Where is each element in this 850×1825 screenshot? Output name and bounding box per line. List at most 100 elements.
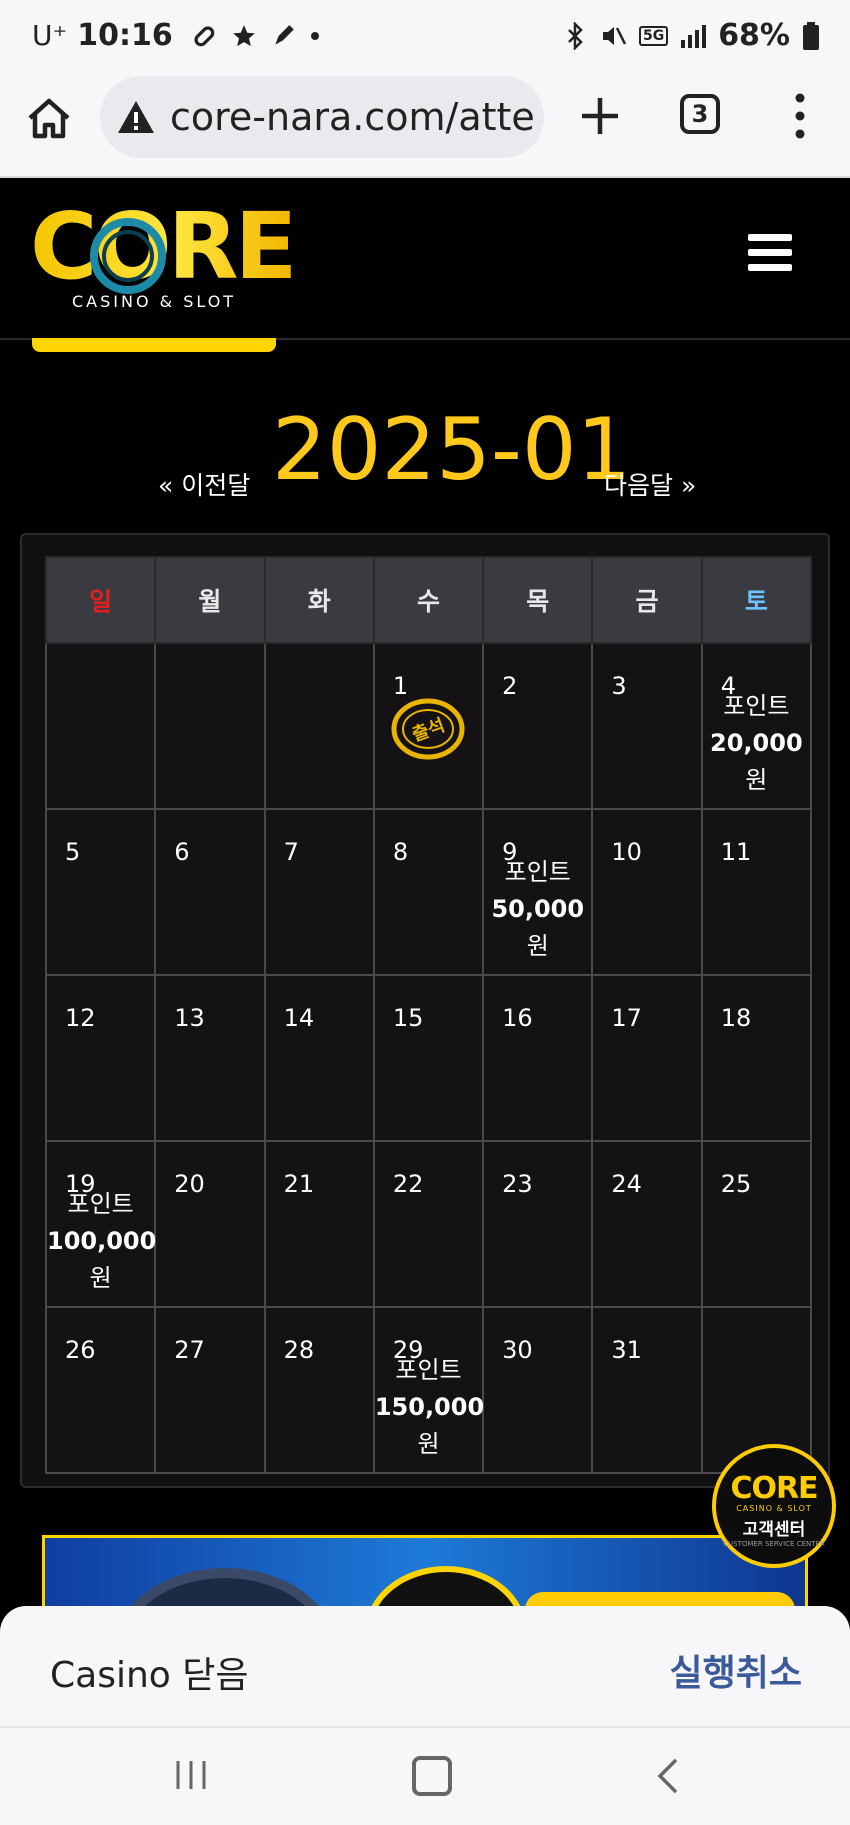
calendar-day[interactable]: 9 포인트 50,000 원 — [482, 808, 594, 976]
calendar-day[interactable]: 1 출석 — [372, 642, 485, 810]
calendar-day[interactable]: 18 — [700, 974, 813, 1142]
day-number: 28 — [283, 1336, 315, 1364]
calendar-day[interactable]: 5 — [44, 808, 157, 976]
active-tab-indicator — [32, 338, 276, 352]
calendar-day[interactable]: 19 포인트 100,000 원 — [44, 1140, 157, 1308]
next-month-link[interactable]: 다음달 » — [604, 466, 696, 502]
calendar-day[interactable]: 17 — [591, 974, 703, 1142]
prev-month-link[interactable]: « 이전달 — [158, 466, 250, 502]
day-number: 8 — [392, 838, 409, 866]
back-icon[interactable] — [654, 1756, 684, 1796]
reward-info: 포인트 150,000 원 — [375, 1352, 484, 1463]
undo-button[interactable]: 실행취소 — [670, 1644, 802, 1696]
calendar-day[interactable]: 25 — [700, 1140, 813, 1308]
day-number: 18 — [720, 1004, 752, 1032]
calendar-day[interactable]: 12 — [44, 974, 157, 1142]
hamburger-menu-icon[interactable] — [748, 234, 792, 274]
support-label: 고객센터 — [742, 1520, 806, 1540]
promo-banner[interactable] — [42, 1535, 808, 1615]
calendar-day[interactable]: 26 — [44, 1306, 157, 1474]
calendar-day[interactable]: 6 — [154, 808, 266, 976]
nav-home-icon[interactable] — [412, 1756, 452, 1796]
attendance-calendar: 일 월 화 수 목 금 토 1 출석 2 3 4 포인트 20,000 원 5 … — [20, 533, 830, 1488]
reward-info: 포인트 50,000 원 — [484, 854, 591, 965]
reward-info: 포인트 100,000 원 — [47, 1186, 157, 1297]
calendar-day[interactable]: 14 — [263, 974, 375, 1142]
core-logo[interactable]: CORE CASINO & SLOT — [30, 201, 297, 312]
calendar-empty-cell — [44, 642, 157, 810]
battery-level: 68% — [718, 18, 790, 53]
day-number: 3 — [611, 672, 627, 700]
calendar-day[interactable]: 13 — [154, 974, 266, 1142]
calendar-day[interactable]: 30 — [482, 1306, 594, 1474]
weekday-fri: 금 — [591, 556, 703, 644]
weekday-wed: 수 — [372, 556, 485, 644]
status-bar: U⁺ 10:16 5G 68% — [0, 0, 850, 76]
link-icon — [194, 25, 215, 46]
calendar-day[interactable]: 15 — [372, 974, 485, 1142]
day-number: 14 — [283, 1004, 315, 1032]
calendar-day[interactable]: 31 — [591, 1306, 703, 1474]
day-number: 11 — [720, 838, 752, 866]
tab-switcher-button[interactable]: 3 — [680, 94, 720, 134]
day-number: 2 — [502, 672, 518, 700]
customer-support-button[interactable]: CORE CASINO & SLOT 고객센터 CUSTOMER SERVICE… — [712, 1444, 836, 1568]
calendar-day[interactable]: 29 포인트 150,000 원 — [372, 1306, 484, 1474]
day-number: 10 — [611, 838, 642, 866]
url-text[interactable]: core-nara.com/atte — [170, 95, 535, 139]
calendar-day[interactable]: 10 — [591, 808, 703, 976]
calendar-empty-cell — [263, 642, 375, 810]
reward-amount: 100,000 — [47, 1227, 157, 1255]
pen-icon — [275, 24, 294, 45]
day-number: 20 — [174, 1170, 205, 1198]
reward-unit: 원 — [745, 766, 768, 794]
more-menu-icon[interactable] — [788, 90, 812, 142]
url-bar[interactable]: core-nara.com/atte — [100, 76, 544, 158]
reward-unit: 원 — [526, 932, 549, 960]
day-number: 16 — [502, 1004, 533, 1032]
warning-icon[interactable] — [116, 97, 156, 137]
calendar-day[interactable]: 22 — [372, 1140, 485, 1308]
home-icon[interactable] — [24, 94, 74, 144]
signal-icon — [681, 24, 707, 48]
reward-unit: 원 — [89, 1264, 112, 1292]
calendar-day[interactable]: 27 — [154, 1306, 266, 1474]
reward-info: 포인트 20,000 원 — [703, 688, 810, 799]
calendar-day[interactable]: 11 — [700, 808, 813, 976]
calendar-week: 12 13 14 15 16 17 18 — [44, 974, 813, 1142]
day-number: 17 — [611, 1004, 642, 1032]
day-number: 13 — [174, 1004, 205, 1032]
weekday-sun: 일 — [44, 556, 157, 644]
attendance-stamp-icon: 출석 — [391, 698, 465, 760]
notification-dot — [310, 31, 319, 40]
clock: 10:16 — [77, 18, 173, 53]
weekday-sat: 토 — [700, 556, 813, 644]
calendar-day[interactable]: 2 — [482, 642, 594, 810]
day-number: 22 — [392, 1170, 424, 1198]
weekday-thu: 목 — [482, 556, 594, 644]
day-number: 15 — [392, 1004, 424, 1032]
recents-icon[interactable] — [174, 1758, 208, 1792]
day-number: 21 — [283, 1170, 315, 1198]
calendar-day[interactable]: 20 — [154, 1140, 266, 1308]
reward-label: 포인트 — [67, 1190, 134, 1218]
new-tab-icon[interactable] — [574, 90, 626, 142]
calendar-day[interactable]: 23 — [482, 1140, 594, 1308]
stamp-label: 출석 — [409, 715, 447, 746]
site-header: CORE CASINO & SLOT — [0, 178, 850, 340]
star-icon — [232, 24, 255, 46]
calendar-day[interactable]: 24 — [591, 1140, 703, 1308]
network-type: 5G — [638, 25, 669, 46]
calendar-day[interactable]: 4 포인트 20,000 원 — [700, 642, 813, 810]
month-navigation: « 이전달 2025-01 다음달 » — [0, 400, 850, 510]
calendar-day[interactable]: 8 — [372, 808, 485, 976]
reward-label: 포인트 — [395, 1356, 462, 1384]
calendar-day[interactable]: 16 — [482, 974, 594, 1142]
day-number: 12 — [65, 1004, 96, 1032]
reward-label: 포인트 — [504, 858, 571, 886]
calendar-day[interactable]: 28 — [263, 1306, 375, 1474]
calendar-day[interactable]: 21 — [263, 1140, 375, 1308]
calendar-day[interactable]: 7 — [263, 808, 375, 976]
weekday-tue: 화 — [263, 556, 375, 644]
calendar-day[interactable]: 3 — [591, 642, 703, 810]
